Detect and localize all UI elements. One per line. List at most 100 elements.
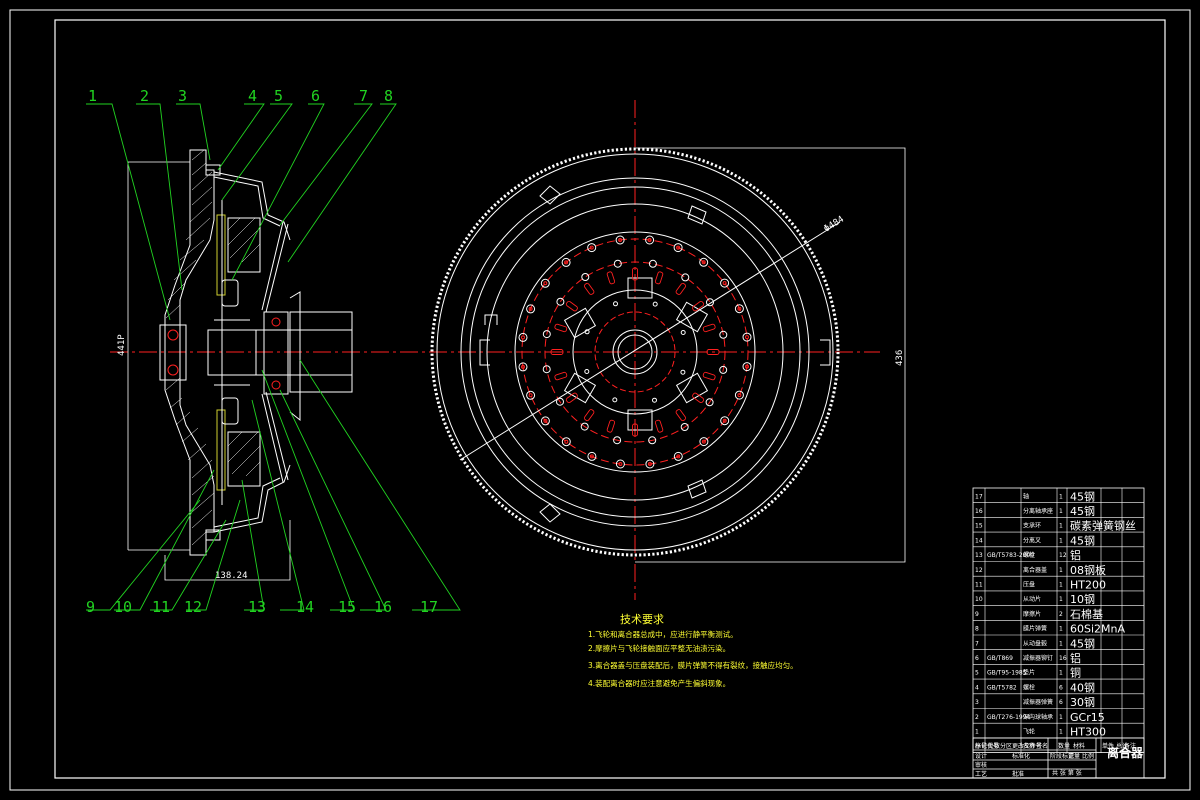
release-bearing — [263, 311, 289, 395]
callout-7: 7 — [359, 87, 368, 105]
part-qty: 1 — [1059, 714, 1063, 721]
part-name: 深沟球轴承 — [1023, 713, 1053, 721]
diaphragm-slot — [565, 300, 578, 312]
part-no: 14 — [975, 537, 983, 544]
hub-hole — [612, 397, 618, 403]
tb-r1-0: 标记 — [975, 742, 987, 750]
part-material: 铝 — [1070, 548, 1081, 562]
part-name: 离合器盖 — [1023, 566, 1047, 574]
tb-r3-4: 共 张 第 张 — [1052, 769, 1082, 777]
part-qty: 1 — [1059, 640, 1063, 647]
part-material: 40钢 — [1070, 681, 1095, 694]
part-no: 5 — [975, 670, 979, 677]
part-material: 铝 — [1070, 651, 1081, 665]
parts-list: 17 轴 1 45钢16 分离轴承座 1 45钢15 支承环 1 碳素弹簧钢丝14 分离叉 1 45钢1… — [972, 487, 1145, 754]
part-no: 7 — [975, 640, 979, 647]
part-no: 13 — [975, 552, 983, 559]
cover-bolt-center — [528, 393, 533, 398]
damper-spring-bottom — [221, 397, 239, 425]
part-name: 螺栓 — [1023, 683, 1035, 691]
callout-13: 13 — [248, 598, 266, 616]
tb-r1-1: 处数 — [988, 742, 1000, 750]
tb-r4-0: 工艺 — [975, 770, 987, 778]
technical-notes: 技术要求 1.飞轮和离合器总成中，应进行静平衡测试。 2.摩擦片与飞轮接触面应平… — [588, 613, 798, 688]
part-no: 3 — [975, 699, 979, 706]
part-qty: 1 — [1059, 537, 1063, 544]
pilot-bearing-ball-bottom — [167, 364, 179, 376]
diaphragm-slot — [654, 271, 664, 285]
hub-hole — [680, 330, 686, 335]
note-2: 2.摩擦片与飞轮接触面应平整无油渍污染。 — [588, 643, 730, 653]
part-qty: 12 — [1059, 552, 1067, 559]
diaphragm-slot — [606, 271, 616, 285]
part-code: GB/T95-1985 — [987, 670, 1027, 677]
part-no: 12 — [975, 567, 983, 574]
cover-bolt-hole — [526, 390, 536, 400]
release-fork — [289, 291, 301, 422]
part-qty: 1 — [1059, 626, 1063, 633]
part-material: GCr15 — [1070, 711, 1105, 724]
part-qty: 1 — [1059, 670, 1063, 677]
part-material: 碳素弹簧钢丝 — [1070, 519, 1136, 533]
diaphragm-slot — [654, 419, 664, 433]
diaphragm-slot — [675, 409, 687, 422]
part-qty: 1 — [1059, 567, 1063, 574]
hub-hole — [584, 369, 590, 374]
part-qty: 1 — [1059, 581, 1063, 588]
part-no: 17 — [975, 493, 983, 500]
cover-bolt-center — [745, 335, 749, 340]
part-material: 45钢 — [1070, 490, 1095, 503]
diaphragm-slot — [554, 371, 568, 381]
part-no: 11 — [975, 581, 983, 588]
cover-bolt-center — [543, 281, 548, 286]
lug-bottom — [539, 503, 561, 523]
release-bearing-ball-bottom — [271, 380, 281, 390]
diaphragm-slot — [702, 323, 716, 333]
part-name: 从动片 — [1023, 595, 1041, 603]
part-name: 膜片弹簧 — [1023, 625, 1047, 633]
rivet-hole — [556, 297, 565, 306]
part-material: 45钢 — [1070, 637, 1095, 650]
part-name: 减振器弹簧 — [1023, 698, 1053, 706]
callout-11: 11 — [152, 598, 170, 616]
tb-r2-2: 标准化 — [1012, 752, 1030, 760]
part-material: HT200 — [1070, 578, 1106, 591]
pressure-plate-top — [227, 217, 261, 273]
cover-bolt-center — [521, 335, 525, 340]
callout-3: 3 — [178, 87, 187, 105]
part-no: 16 — [975, 508, 983, 515]
part-material: 60Si2MnA — [1070, 623, 1125, 636]
note-1: 1.飞轮和离合器总成中，应进行静平衡测试。 — [588, 629, 738, 639]
drawing-name: 离合器 — [1107, 745, 1144, 760]
part-qty: 1 — [1059, 493, 1063, 500]
hub-hole — [652, 397, 657, 403]
callout-9: 9 — [86, 598, 95, 616]
part-name: 轴 — [1023, 492, 1029, 500]
part-qty: 16 — [1059, 655, 1067, 662]
lug-top — [539, 185, 561, 205]
tb-r3-0: 审核 — [975, 761, 987, 769]
dim-diameter: Φ484 — [822, 215, 846, 235]
part-qty: 1 — [1059, 508, 1063, 515]
part-name: 摩擦片 — [1023, 610, 1041, 618]
hub-hole — [613, 301, 618, 307]
diaphragm-slot — [583, 282, 595, 295]
callout-2: 2 — [140, 87, 149, 105]
cover-bolt-hole — [540, 278, 550, 288]
callout-10: 10 — [114, 598, 132, 616]
part-no: 10 — [975, 596, 983, 603]
part-name: 分离轴承座 — [1023, 507, 1053, 515]
rivet-hole — [681, 273, 690, 282]
part-qty: 1 — [1059, 728, 1063, 735]
pressure-plate-bottom — [227, 431, 261, 487]
part-qty: 2 — [1059, 611, 1063, 618]
release-bearing-ball-top — [271, 317, 281, 327]
front-view — [400, 100, 906, 600]
part-qty: 6 — [1059, 684, 1063, 691]
dim-width-bottom: 138.24 — [215, 571, 248, 581]
callout-12: 12 — [184, 598, 202, 616]
part-material: 石棉基 — [1070, 607, 1103, 621]
part-no: 15 — [975, 523, 983, 530]
diaphragm-slot — [583, 409, 595, 422]
tb-r1-4: 签名 — [1036, 742, 1048, 750]
